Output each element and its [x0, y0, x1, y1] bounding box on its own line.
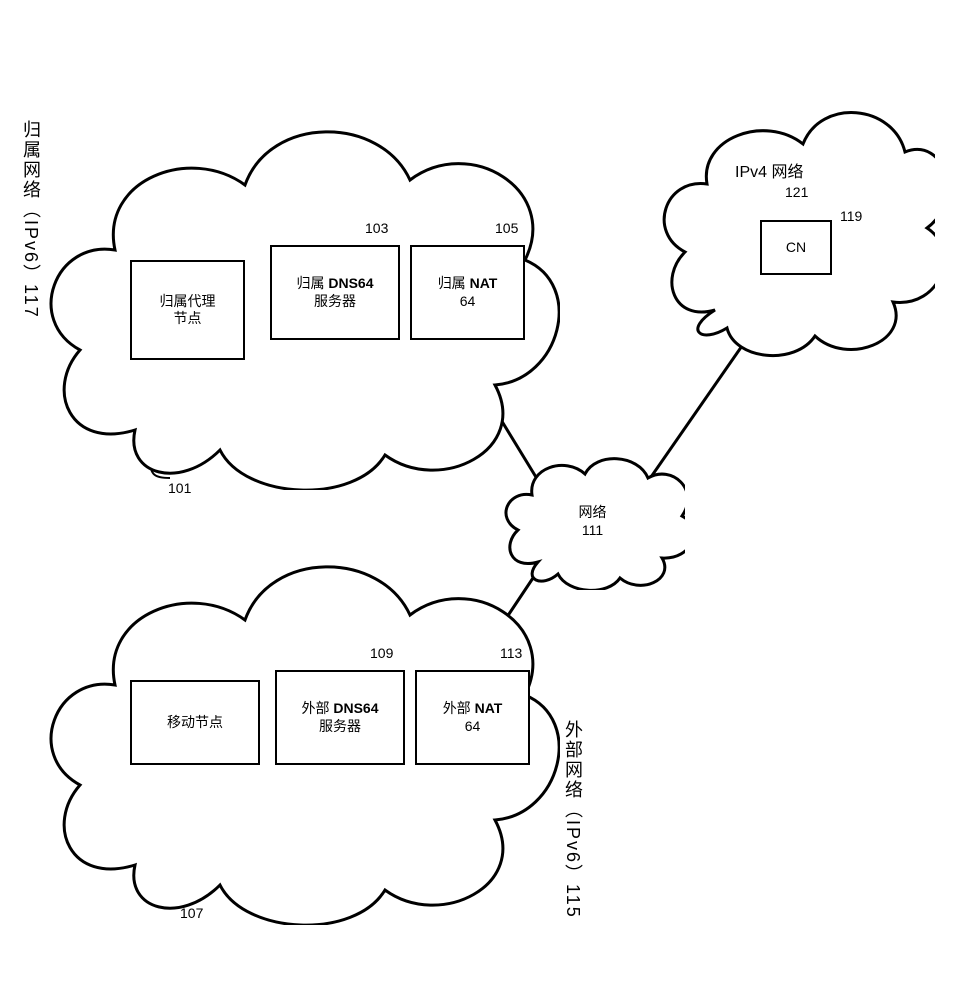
core-network-label: 网络: [579, 502, 607, 522]
mobile-node-box: 移动节点: [130, 680, 260, 765]
home-agent-label: 归属代理 节点: [160, 293, 216, 328]
home-nat64-num: 105: [495, 220, 518, 236]
cn-box: CN: [760, 220, 832, 275]
foreign-nat64-num: 113: [500, 645, 522, 661]
home-dns64-num: 103: [365, 220, 388, 236]
foreign-dns64-line1: 外部 DNS64: [301, 700, 378, 718]
foreign-nat64-line1: 外部 NAT: [443, 700, 503, 718]
home-nat64-line2: 64: [460, 293, 476, 311]
foreign-network-title: 外部网络（IPv6）115: [560, 720, 586, 919]
foreign-dns64-num: 109: [370, 645, 393, 661]
cn-label: CN: [786, 239, 806, 257]
home-nat64-line1: 归属 NAT: [438, 275, 498, 293]
foreign-network-cloud: 移动节点 107 外部 DNS64 服务器 109 外部 NAT 64 113: [40, 525, 560, 925]
foreign-dns64-box: 外部 DNS64 服务器: [275, 670, 405, 765]
home-agent-num: 101: [168, 480, 191, 496]
core-network-num: 111: [582, 522, 603, 538]
ipv4-title: IPv4 网络: [735, 158, 803, 182]
foreign-nat64-line2: 64: [465, 718, 481, 736]
home-agent-box: 归属代理 节点: [130, 260, 245, 360]
cn-num: 119: [840, 208, 862, 224]
home-network-cloud: 归属代理 节点 101 归属 DNS64 服务器 103 归属 NAT 64 1…: [40, 90, 560, 490]
home-dns64-line1: 归属 DNS64: [296, 275, 373, 293]
mobile-node-num: 107: [180, 905, 203, 921]
home-nat64-box: 归属 NAT 64: [410, 245, 525, 340]
home-dns64-line2: 服务器: [314, 293, 356, 311]
mobile-node-label: 移动节点: [167, 714, 223, 732]
home-dns64-box: 归属 DNS64 服务器: [270, 245, 400, 340]
core-network-cloud: 网络 111: [500, 450, 685, 590]
foreign-dns64-line2: 服务器: [319, 718, 361, 736]
ipv4-num: 121: [785, 184, 808, 200]
ipv4-network-cloud: IPv4 网络 121 CN 119: [655, 80, 935, 360]
foreign-nat64-box: 外部 NAT 64: [415, 670, 530, 765]
home-network-title: 归属网络（IPv6）117: [18, 120, 44, 319]
